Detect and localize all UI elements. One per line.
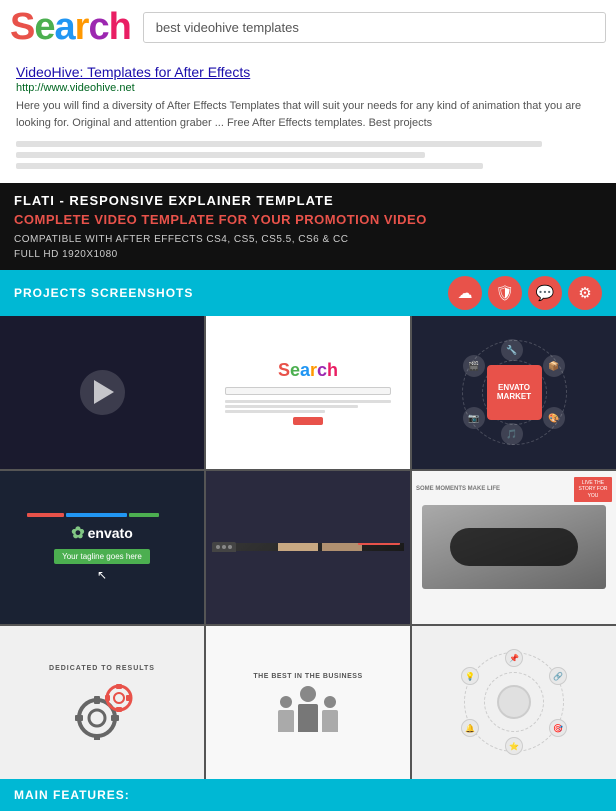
sunglasses-image [422, 505, 606, 589]
logo-r: r [75, 6, 89, 48]
black-banner: FLATI - RESPONSIVE EXPLAINER TEMPLATE CO… [0, 183, 616, 270]
hd-text: FULL HD 1920X1080 [14, 247, 602, 262]
orbit-icons-container: 📌 🔗 🎯 ⭐ 🔔 💡 [459, 647, 569, 757]
orbit-dot-2: 🔗 [549, 667, 567, 685]
shield-icon-button[interactable]: 🛡 [488, 276, 522, 310]
orbit-dot-3: 🎯 [549, 719, 567, 737]
result-line [16, 141, 542, 147]
logo-h: h [109, 6, 131, 48]
person-center [298, 686, 318, 732]
result-line [16, 152, 425, 158]
bar-blue [66, 513, 126, 517]
result-link[interactable]: VideoHive: Templates for After Effects [16, 64, 600, 80]
browser-bar [212, 542, 236, 552]
mock-line [225, 405, 357, 408]
result-description: Here you will find a diversity of After … [16, 98, 600, 131]
screenshot-cell-search-mock: Search [206, 316, 410, 469]
mock-logo: Search [278, 360, 338, 381]
orbit-icon-3: 🎨 [543, 407, 565, 429]
mock-lines [225, 400, 391, 413]
chat-icon-button[interactable]: 💬 [528, 276, 562, 310]
icon-circles: ☁ 🛡 💬 ⚙ [448, 276, 602, 310]
tagline-button: Your tagline goes here [54, 549, 150, 564]
result-placeholder-lines [16, 141, 600, 169]
projects-label: PROJECTS SCREENSHOTS [14, 286, 193, 300]
search-input[interactable] [143, 12, 606, 43]
search-result-area: VideoHive: Templates for After Effects h… [0, 54, 616, 183]
screenshot-cell-icons-ring: ENVATOMARKET 🔧 📦 🎨 🎵 📷 🎬 [412, 316, 616, 469]
screenshot-cell-dedicated: DEDICATED TO RESULTS [0, 626, 204, 779]
result-url: http://www.videohive.net [16, 82, 600, 94]
screenshot-cell-orbit: 📌 🔗 🎯 ⭐ 🔔 💡 [412, 626, 616, 779]
features-label: MAIN FEATURES: [14, 788, 130, 802]
screenshot-cell-play[interactable] [0, 316, 204, 469]
features-bar: MAIN FEATURES: [0, 779, 616, 811]
mock-button [293, 417, 323, 425]
bar-red [27, 513, 65, 517]
logo-a: a [55, 6, 75, 48]
result-line [16, 163, 483, 169]
envato-text: envato [88, 525, 133, 541]
browser-content: Your vision. Our future. an start Now [236, 543, 404, 551]
person-right [322, 696, 338, 732]
envato-leaf-icon: ✿ [71, 523, 84, 543]
projects-bar: PROJECTS SCREENSHOTS ☁ 🛡 💬 ⚙ [0, 270, 616, 316]
play-triangle-icon [94, 380, 114, 404]
gear-group [67, 680, 137, 740]
browser-dot [228, 545, 232, 549]
dedicated-text: DEDICATED TO RESULTS [49, 665, 155, 672]
business-title: THE BEST IN THE BUSINESS [253, 673, 362, 680]
logo-e: e [34, 6, 54, 48]
bar-green [129, 513, 159, 517]
screenshot-cell-envato: ✿ envato Your tagline goes here ↖ [0, 471, 204, 624]
screenshot-cell-sunglasses: SOME MOMENTS MAKE LIFE LIVE THE STORY FO… [412, 471, 616, 624]
compat-text: COMPATIBLE WITH AFTER EFFECTS CS4, CS5, … [14, 232, 602, 247]
gears-svg [67, 680, 137, 740]
gear-icon-button[interactable]: ⚙ [568, 276, 602, 310]
person-left [278, 696, 294, 732]
person-body [298, 704, 318, 732]
screenshots-grid: Search ENVATOMARKET 🔧 📦 🎨 🎵 📷 🎬 [0, 316, 616, 779]
orbit-container: ENVATOMARKET 🔧 📦 🎨 🎵 📷 🎬 [459, 337, 569, 447]
logo: Search [10, 8, 131, 46]
screenshot-cell-business: THE BEST IN THE BUSINESS [206, 626, 410, 779]
envato-badge: ENVATOMARKET [487, 365, 542, 420]
mock-line [225, 400, 391, 403]
play-button[interactable] [80, 370, 125, 415]
logo-c: c [88, 6, 108, 48]
header: Search [0, 0, 616, 54]
orbit-dot-4: ⭐ [505, 737, 523, 755]
browser-dot [216, 545, 220, 549]
logo-s: S [10, 6, 34, 48]
screenshot-cell-video: Your vision. Our future. an start Now [206, 471, 410, 624]
cursor-icon: ↖ [97, 568, 107, 582]
sunglass-shape [450, 528, 579, 566]
person-head [300, 686, 316, 702]
person-head [280, 696, 292, 708]
envato-bars [27, 513, 177, 517]
mock-line [225, 410, 324, 413]
browser-dot [222, 545, 226, 549]
person-body [278, 710, 294, 732]
envato-logo: ✿ envato [71, 523, 133, 543]
upload-icon-button[interactable]: ☁ [448, 276, 482, 310]
sunglasses-slogan: SOME MOMENTS MAKE LIFE [416, 477, 500, 495]
flati-title: FLATI - RESPONSIVE EXPLAINER TEMPLATE [14, 193, 602, 208]
sunglasses-cta: LIVE THE STORY FOR YOU [574, 477, 612, 503]
person-head [324, 696, 336, 708]
promo-title: COMPLETE VIDEO TEMPLATE FOR YOUR PROMOTI… [14, 212, 602, 229]
person-body [322, 710, 338, 732]
mock-search-input [225, 387, 391, 395]
people-row [278, 686, 338, 732]
